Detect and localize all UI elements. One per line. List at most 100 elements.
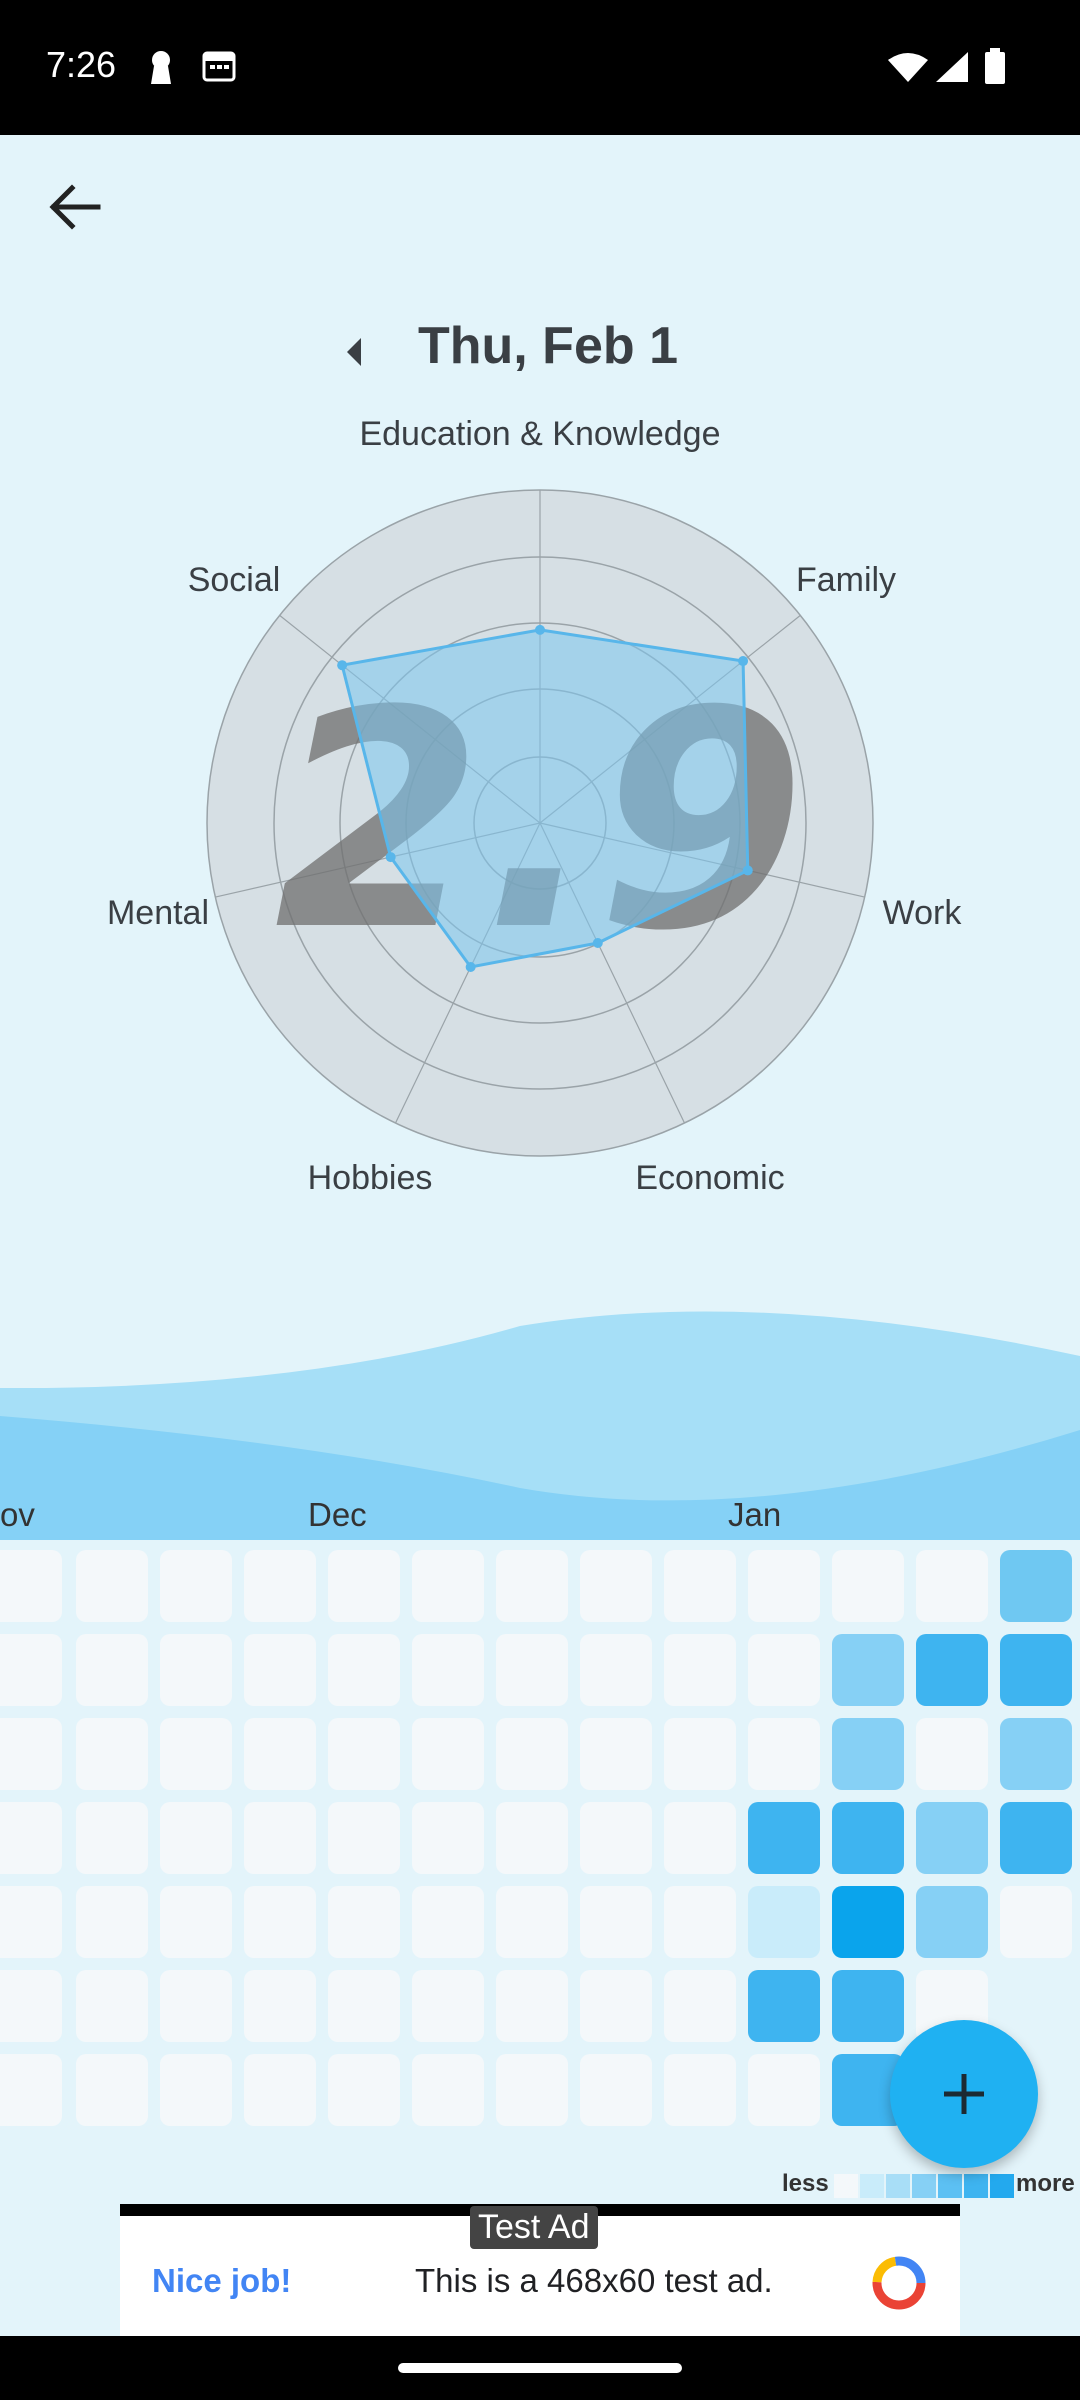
heatmap-cell[interactable] — [832, 1718, 904, 1790]
heatmap-cell[interactable] — [664, 1718, 736, 1790]
heatmap-cell[interactable] — [412, 1886, 484, 1958]
heatmap-cell[interactable] — [916, 1718, 988, 1790]
month-label-jan: Jan — [728, 1496, 782, 1533]
heatmap-cell[interactable] — [160, 1886, 232, 1958]
heatmap-cell[interactable] — [0, 1802, 62, 1874]
heatmap-cell[interactable] — [160, 1718, 232, 1790]
heatmap-cell[interactable] — [0, 1970, 62, 2042]
heatmap-cell[interactable] — [76, 1970, 148, 2042]
heatmap-cell[interactable] — [580, 1802, 652, 1874]
ad-tag-label: Test Ad — [470, 2206, 598, 2249]
home-gesture-handle[interactable] — [398, 2363, 682, 2373]
heatmap-cell[interactable] — [496, 1718, 568, 1790]
heatmap-cell[interactable] — [160, 1634, 232, 1706]
radar-axis-label: Family — [796, 561, 896, 599]
heatmap-cell[interactable] — [748, 2054, 820, 2126]
heatmap-cell[interactable] — [748, 1718, 820, 1790]
plus-icon — [944, 2074, 984, 2114]
heatmap-cell[interactable] — [664, 1550, 736, 1622]
heatmap-cell[interactable] — [832, 1970, 904, 2042]
heatmap-cell[interactable] — [664, 2054, 736, 2126]
heatmap-cell[interactable] — [328, 1886, 400, 1958]
heatmap-cell[interactable] — [160, 1802, 232, 1874]
heatmap-cell[interactable] — [1000, 1634, 1072, 1706]
heatmap-cell[interactable] — [76, 1886, 148, 1958]
heatmap-cell[interactable] — [244, 1634, 316, 1706]
heatmap-cell[interactable] — [244, 1718, 316, 1790]
heatmap-cell[interactable] — [496, 1634, 568, 1706]
heatmap-cell[interactable] — [0, 1550, 62, 1622]
heatmap-cell[interactable] — [412, 1634, 484, 1706]
heatmap-cell[interactable] — [748, 1550, 820, 1622]
add-entry-button[interactable] — [890, 2020, 1038, 2168]
heatmap-cell[interactable] — [580, 2054, 652, 2126]
heatmap-cell[interactable] — [244, 2054, 316, 2126]
heatmap-cell[interactable] — [76, 1634, 148, 1706]
heatmap-cell[interactable] — [412, 1802, 484, 1874]
chevron-left-icon[interactable] — [335, 332, 375, 372]
heatmap-cell[interactable] — [916, 1886, 988, 1958]
heatmap-cell[interactable] — [244, 1970, 316, 2042]
heatmap-cell[interactable] — [76, 1802, 148, 1874]
heatmap-cell[interactable] — [244, 1886, 316, 1958]
heatmap-cell[interactable] — [832, 1634, 904, 1706]
date-navigator: Thu, Feb 1 — [0, 310, 1080, 390]
ad-title[interactable]: Nice job! — [152, 2262, 291, 2300]
heatmap-cell[interactable] — [76, 1550, 148, 1622]
month-label-dec: Dec — [308, 1496, 367, 1533]
heatmap-cell[interactable] — [496, 2054, 568, 2126]
heatmap-cell[interactable] — [832, 1802, 904, 1874]
heatmap-cell[interactable] — [496, 1550, 568, 1622]
heatmap-cell[interactable] — [832, 1550, 904, 1622]
heatmap-cell[interactable] — [916, 1802, 988, 1874]
heatmap-cell[interactable] — [664, 1886, 736, 1958]
heatmap-cell[interactable] — [328, 1970, 400, 2042]
heatmap-cell[interactable] — [496, 1886, 568, 1958]
heatmap-cell[interactable] — [160, 2054, 232, 2126]
heatmap-cell[interactable] — [664, 1802, 736, 1874]
radar-axis-label: Hobbies — [308, 1159, 433, 1197]
heatmap-cell[interactable] — [748, 1970, 820, 2042]
heatmap-cell[interactable] — [0, 1886, 62, 1958]
heatmap-cell[interactable] — [580, 1886, 652, 1958]
heatmap-cell[interactable] — [76, 2054, 148, 2126]
heatmap-cell[interactable] — [496, 1802, 568, 1874]
heatmap-cell[interactable] — [244, 1802, 316, 1874]
heatmap-cell[interactable] — [0, 1718, 62, 1790]
heatmap-cell[interactable] — [1000, 1886, 1072, 1958]
heatmap-cell[interactable] — [0, 2054, 62, 2126]
legend-swatch — [990, 2174, 1014, 2198]
heatmap-cell[interactable] — [328, 1634, 400, 1706]
heatmap-cell[interactable] — [244, 1550, 316, 1622]
heatmap-cell[interactable] — [0, 1634, 62, 1706]
heatmap-cell[interactable] — [160, 1970, 232, 2042]
heatmap-cell[interactable] — [328, 2054, 400, 2126]
heatmap-cell[interactable] — [1000, 1802, 1072, 1874]
heatmap-cell[interactable] — [412, 1718, 484, 1790]
heatmap-cell[interactable] — [412, 1970, 484, 2042]
heatmap-cell[interactable] — [580, 1718, 652, 1790]
heatmap-cell[interactable] — [412, 2054, 484, 2126]
heatmap-cell[interactable] — [580, 1550, 652, 1622]
heatmap-cell[interactable] — [328, 1802, 400, 1874]
heatmap-cell[interactable] — [832, 1886, 904, 1958]
heatmap-cell[interactable] — [916, 1550, 988, 1622]
heatmap-cell[interactable] — [496, 1970, 568, 2042]
heatmap-cell[interactable] — [1000, 1718, 1072, 1790]
heatmap-cell[interactable] — [748, 1802, 820, 1874]
heatmap-cell[interactable] — [580, 1970, 652, 2042]
heatmap-cell[interactable] — [664, 1634, 736, 1706]
heatmap-cell[interactable] — [328, 1550, 400, 1622]
heatmap-cell[interactable] — [748, 1634, 820, 1706]
legend-more: more — [1016, 2170, 1075, 2197]
heatmap-cell[interactable] — [664, 1970, 736, 2042]
heatmap-cell[interactable] — [76, 1718, 148, 1790]
back-arrow-icon[interactable] — [40, 172, 110, 242]
heatmap-cell[interactable] — [328, 1718, 400, 1790]
heatmap-cell[interactable] — [160, 1550, 232, 1622]
heatmap-cell[interactable] — [748, 1886, 820, 1958]
heatmap-cell[interactable] — [916, 1634, 988, 1706]
heatmap-cell[interactable] — [412, 1550, 484, 1622]
heatmap-cell[interactable] — [1000, 1550, 1072, 1622]
heatmap-cell[interactable] — [580, 1634, 652, 1706]
